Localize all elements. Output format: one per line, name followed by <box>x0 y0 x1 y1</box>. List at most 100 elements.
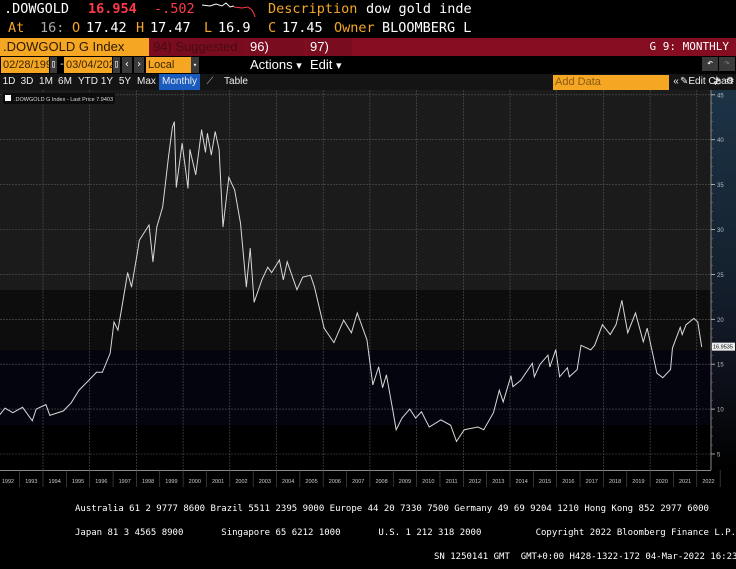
data-point <box>440 419 442 421</box>
edit-menu[interactable]: 97) Edit ▾ <box>307 38 352 72</box>
line-chart-icon[interactable]: ⟋ <box>203 74 217 90</box>
double-chevron-left-icon[interactable]: « <box>672 74 680 90</box>
data-point <box>187 187 189 189</box>
data-point <box>378 366 380 368</box>
chevron-down-icon[interactable]: ▾ <box>191 57 199 73</box>
data-point <box>428 426 430 428</box>
toolbar-row: 1D 3D 1M 6M YTD 1Y 5Y Max Monthly ▼ ⟋ Ta… <box>0 74 736 103</box>
y-tick-label: 35 <box>717 183 724 189</box>
end-date-input[interactable]: 03/04/2022 <box>64 57 121 73</box>
data-point <box>421 411 422 413</box>
footer-line-3: SN 1250141 GMT GMT+0:00 H428-1322-172 04… <box>434 552 736 562</box>
data-point <box>210 154 212 156</box>
data-point <box>228 177 230 178</box>
edit-chart-button[interactable]: ✎Edit Chart <box>680 74 733 90</box>
data-point <box>512 386 514 388</box>
x-tick-label: 2008 <box>375 479 387 485</box>
add-data-input[interactable]: Add Data <box>553 75 669 90</box>
suggested-charts-button[interactable]: 94) Suggested Charts <box>150 38 246 72</box>
data-point <box>555 349 557 351</box>
data-point <box>131 286 132 288</box>
price-chart[interactable]: 5 10 15 20 25 30 35 40 45 .DOWGOLD G Index - Las… <box>0 90 736 470</box>
close-label: C <box>268 20 277 36</box>
data-point <box>642 341 644 343</box>
data-point <box>372 384 374 386</box>
data-point <box>681 334 683 335</box>
actions-menu[interactable]: 96) Actions ▾ <box>247 38 305 72</box>
security-field[interactable]: .DOWGOLD G Index <box>0 38 149 56</box>
previous-period-button[interactable]: ‹ <box>122 57 132 73</box>
data-point <box>594 344 596 346</box>
high-value: 17.47 <box>150 20 191 36</box>
data-point <box>189 149 191 150</box>
data-point <box>323 327 325 329</box>
start-date-input[interactable]: 02/28/1992 <box>1 57 58 73</box>
low-value: 16.9 <box>218 20 251 36</box>
data-point <box>78 389 80 391</box>
period-max[interactable]: Max <box>137 74 156 90</box>
open-label: O <box>72 20 81 36</box>
chart-options-icon[interactable]: ≵ <box>711 74 723 90</box>
ticker-change: -.502 <box>154 1 195 17</box>
data-point <box>314 286 315 288</box>
data-point <box>173 121 175 123</box>
data-point <box>22 406 23 408</box>
calendar-icon[interactable]: ▯ <box>113 57 120 73</box>
data-point <box>296 289 298 291</box>
period-3d[interactable]: 3D <box>20 74 34 90</box>
currency-select[interactable]: Local CCY <box>146 57 191 87</box>
data-point <box>45 404 47 406</box>
x-tick-label: 2005 <box>305 479 317 485</box>
data-point <box>156 226 158 228</box>
gear-icon[interactable]: ⚙ <box>724 74 736 90</box>
period-5y[interactable]: 5Y <box>118 74 132 90</box>
x-tick-label: 2021 <box>679 479 691 485</box>
data-point <box>672 347 673 349</box>
close-value: 17.45 <box>282 20 323 36</box>
data-point <box>621 300 623 301</box>
x-tick-label: 2004 <box>282 479 294 485</box>
footer-line-2: Japan 81 3 4565 8900 Singapore 65 6212 1… <box>75 528 736 538</box>
data-point <box>12 412 14 414</box>
x-tick-label: 1997 <box>119 479 131 485</box>
period-1d[interactable]: 1D <box>2 74 16 90</box>
data-point <box>463 429 465 431</box>
data-point <box>477 426 479 428</box>
period-ytd[interactable]: YTD <box>78 74 98 90</box>
x-tick-label: 2010 <box>422 479 434 485</box>
data-point <box>63 410 64 412</box>
data-point <box>415 417 417 419</box>
legend-swatch[interactable] <box>5 95 11 101</box>
x-tick-label: 2003 <box>259 479 271 485</box>
data-point <box>138 239 140 241</box>
last-value-label: 16.9535 <box>713 345 733 351</box>
sparkline-icon <box>202 2 256 18</box>
high-label: H <box>136 20 145 36</box>
data-point <box>96 371 97 373</box>
data-point <box>701 346 703 348</box>
x-tick-label: 2020 <box>656 479 668 485</box>
table-button[interactable]: Table <box>224 74 248 90</box>
period-6m[interactable]: 6M <box>58 74 72 90</box>
data-point <box>456 441 457 442</box>
next-period-button[interactable]: › <box>134 57 144 73</box>
data-point <box>310 274 311 276</box>
data-point <box>234 189 236 191</box>
data-point <box>240 222 241 224</box>
data-point <box>685 324 687 326</box>
data-point <box>218 149 220 150</box>
data-point <box>302 276 304 278</box>
frequency-select[interactable]: Monthly ▼ <box>159 74 200 103</box>
data-point <box>279 259 280 261</box>
data-point <box>662 377 664 379</box>
data-point <box>113 321 115 323</box>
data-point <box>175 186 177 188</box>
x-tick-label: 2016 <box>562 479 574 485</box>
period-1y[interactable]: 1Y <box>100 74 114 90</box>
y-tick-label: 25 <box>717 273 724 279</box>
x-tick-label: 2019 <box>632 479 644 485</box>
calendar-icon[interactable]: ▯ <box>50 57 57 73</box>
data-point <box>207 133 208 134</box>
period-1m[interactable]: 1M <box>39 74 53 90</box>
data-point <box>450 424 452 426</box>
